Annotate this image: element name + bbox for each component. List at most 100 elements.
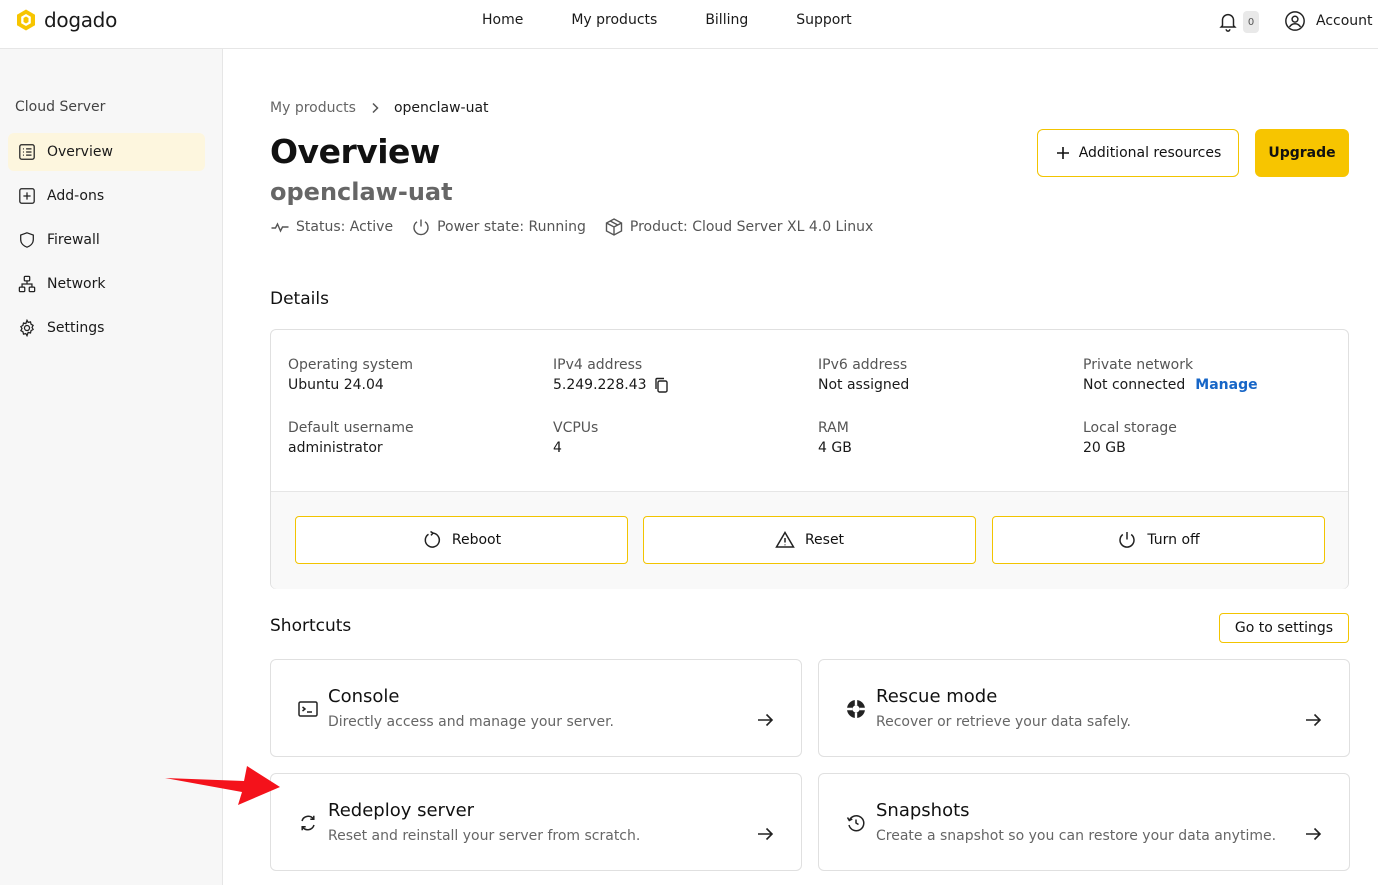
- reboot-label: Reboot: [451, 532, 502, 548]
- lifebuoy-icon: [847, 700, 865, 718]
- detail-value: 4: [553, 440, 598, 456]
- network-icon: [18, 275, 36, 293]
- server-meta: Status: Active Power state: Running Prod…: [270, 217, 873, 237]
- shortcut-title: Snapshots: [876, 800, 970, 821]
- power-icon: [1119, 532, 1136, 548]
- breadcrumb-parent[interactable]: My products: [270, 100, 356, 116]
- detail-value: 20 GB: [1083, 440, 1177, 456]
- sidebar-title: Cloud Server: [15, 99, 106, 115]
- dogado-logo-icon: [17, 9, 35, 31]
- main-nav: Home My products Billing Support: [482, 12, 900, 28]
- power-text: Power state: Running: [437, 219, 586, 235]
- ipv4-value: 5.249.228.43: [553, 377, 647, 393]
- product-info: Product: Cloud Server XL 4.0 Linux: [604, 217, 873, 237]
- detail-value: 5.249.228.43: [553, 377, 669, 393]
- arrow-right-icon: [758, 827, 774, 841]
- account-menu[interactable]: Account: [1284, 10, 1373, 32]
- detail-default-username: Default username administrator: [288, 420, 414, 456]
- detail-vcpus: VCPUs 4: [553, 420, 598, 456]
- nav-home[interactable]: Home: [482, 12, 523, 28]
- manage-network-link[interactable]: Manage: [1195, 377, 1257, 393]
- brand-name: dogado: [44, 8, 118, 32]
- arrow-right-icon: [1306, 713, 1322, 727]
- server-actions: Reboot Reset Turn off: [271, 492, 1348, 589]
- detail-value: Not assigned: [818, 377, 909, 393]
- detail-private-network: Private network Not connected Manage: [1083, 357, 1258, 393]
- nav-support[interactable]: Support: [796, 12, 851, 28]
- account-label: Account: [1316, 13, 1373, 29]
- reset-label: Reset: [804, 532, 845, 548]
- details-title: Details: [270, 289, 329, 309]
- detail-value: Not connected Manage: [1083, 377, 1258, 393]
- turn-off-label: Turn off: [1147, 532, 1200, 548]
- list-icon: [19, 144, 35, 160]
- shortcut-redeploy-server[interactable]: Redeploy server Reset and reinstall your…: [270, 773, 802, 871]
- history-icon: [846, 814, 865, 832]
- detail-value: administrator: [288, 440, 414, 456]
- detail-value-text: administrator: [288, 440, 383, 456]
- upgrade-button[interactable]: Upgrade: [1255, 129, 1349, 177]
- detail-value-text: Ubuntu 24.04: [288, 377, 384, 393]
- status-text: Status: Active: [296, 219, 394, 235]
- shortcut-title: Redeploy server: [328, 800, 475, 821]
- logo[interactable]: dogado: [14, 8, 117, 32]
- detail-ipv6: IPv6 address Not assigned: [818, 357, 909, 393]
- power-info: Power state: Running: [411, 217, 586, 237]
- reboot-icon: [424, 530, 440, 548]
- detail-value: 4 GB: [818, 440, 852, 456]
- go-to-settings-button[interactable]: Go to settings: [1219, 613, 1349, 643]
- warning-icon: [775, 531, 795, 548]
- shield-icon: [20, 232, 34, 248]
- shortcut-title: Console: [328, 686, 400, 707]
- top-bar: dogado Home My products Billing Support …: [0, 0, 1378, 49]
- page-title: Overview: [270, 132, 440, 171]
- reset-button[interactable]: Reset: [643, 516, 976, 564]
- sidebar-item-settings[interactable]: Settings: [8, 309, 205, 347]
- power-icon: [413, 219, 429, 236]
- shortcut-snapshots[interactable]: Snapshots Create a snapshot so you can r…: [818, 773, 1350, 871]
- copy-icon[interactable]: [653, 377, 669, 393]
- shortcut-rescue-mode[interactable]: Rescue mode Recover or retrieve your dat…: [818, 659, 1350, 757]
- user-circle-icon: [1285, 11, 1305, 31]
- detail-label: Default username: [288, 420, 414, 436]
- detail-value-text: 4 GB: [818, 440, 852, 456]
- sidebar: Cloud Server Overview Add-ons Firewall N…: [0, 49, 223, 885]
- reboot-button[interactable]: Reboot: [295, 516, 628, 564]
- shortcut-description: Recover or retrieve your data safely.: [876, 714, 1131, 730]
- chevron-right-icon: [372, 102, 379, 114]
- nav-my-products[interactable]: My products: [571, 12, 657, 28]
- sidebar-item-label: Network: [47, 276, 106, 292]
- details-grid: Operating system Ubuntu 24.04 IPv4 addre…: [271, 330, 1348, 492]
- sidebar-item-overview[interactable]: Overview: [8, 133, 205, 171]
- additional-resources-button[interactable]: Additional resources: [1037, 129, 1239, 177]
- detail-label: IPv6 address: [818, 357, 908, 373]
- details-panel: Operating system Ubuntu 24.04 IPv4 addre…: [270, 329, 1349, 589]
- detail-label: Local storage: [1083, 420, 1177, 436]
- shortcut-description: Create a snapshot so you can restore you…: [876, 828, 1277, 844]
- breadcrumb: My products openclaw-uat: [270, 100, 489, 116]
- product-text: Product: Cloud Server XL 4.0 Linux: [629, 219, 874, 235]
- server-name: openclaw-uat: [270, 178, 453, 206]
- shortcut-description: Directly access and manage your server.: [328, 714, 614, 730]
- bell-icon[interactable]: [1217, 10, 1239, 32]
- sidebar-item-label: Add-ons: [47, 188, 105, 204]
- annotation-arrow-icon: [165, 766, 280, 805]
- detail-label: Private network: [1083, 357, 1194, 373]
- shortcut-console[interactable]: Console Directly access and manage your …: [270, 659, 802, 757]
- redeploy-icon: [301, 815, 315, 831]
- sidebar-item-label: Firewall: [47, 232, 100, 248]
- detail-label: VCPUs: [553, 420, 599, 436]
- detail-local-storage: Local storage 20 GB: [1083, 420, 1177, 456]
- breadcrumb-current: openclaw-uat: [393, 100, 489, 116]
- status-info: Status: Active: [270, 217, 393, 237]
- shortcuts-title: Shortcuts: [270, 616, 352, 636]
- sidebar-item-firewall[interactable]: Firewall: [8, 221, 205, 259]
- nav-billing[interactable]: Billing: [705, 12, 748, 28]
- sidebar-item-label: Settings: [47, 320, 105, 336]
- sidebar-item-network[interactable]: Network: [8, 265, 205, 303]
- detail-operating-system: Operating system Ubuntu 24.04: [288, 357, 413, 393]
- turn-off-button[interactable]: Turn off: [992, 516, 1325, 564]
- sidebar-item-add-ons[interactable]: Add-ons: [8, 177, 205, 215]
- activity-icon: [271, 222, 289, 233]
- arrow-right-icon: [1306, 827, 1322, 841]
